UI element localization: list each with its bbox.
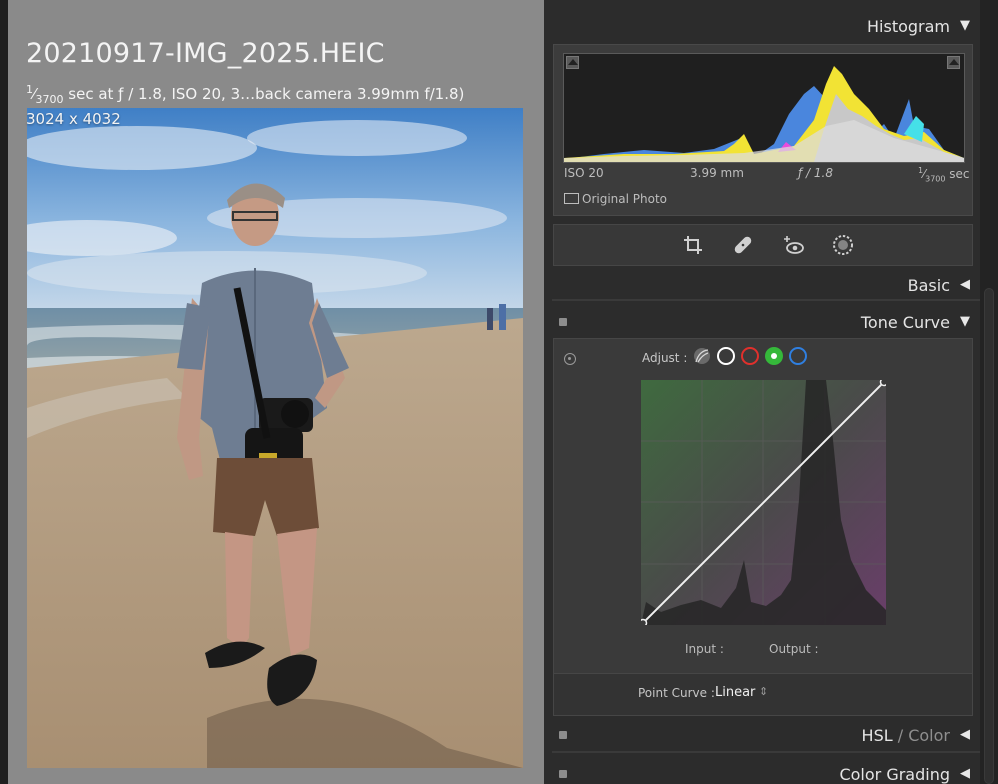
masking-icon[interactable]: [832, 234, 854, 256]
hsl-title-main[interactable]: HSL: [862, 726, 893, 745]
updown-caret-icon[interactable]: ⇕: [759, 685, 768, 698]
histogram-iso: ISO 20: [564, 166, 604, 180]
histogram-title: Histogram: [867, 17, 950, 36]
hsl-enable-toggle[interactable]: [559, 731, 567, 739]
histogram-header[interactable]: Histogram ▼: [552, 9, 980, 43]
color-grading-enable-toggle[interactable]: [559, 770, 567, 778]
crop-icon[interactable]: [682, 234, 704, 256]
point-curve-select[interactable]: Linear: [715, 685, 755, 700]
parametric-curve-icon[interactable]: [693, 347, 711, 365]
color-grading-header[interactable]: Color Grading ◀: [552, 757, 980, 784]
tone-curve-enable-toggle[interactable]: [559, 318, 567, 326]
tone-curve-header[interactable]: Tone Curve ▼: [552, 305, 980, 339]
exif-details: sec at ƒ / 1.8, ISO 20, 3…back camera 3.…: [63, 85, 465, 103]
hist-shutter-unit: sec: [949, 167, 970, 181]
red-eye-icon[interactable]: [783, 234, 805, 256]
shutter-numerator: 1: [26, 83, 33, 96]
green-channel-button[interactable]: [765, 347, 783, 365]
basic-title: Basic: [907, 276, 950, 295]
point-curve-label: Point Curve :: [638, 686, 715, 700]
photo-dimensions: 3024 x 4032: [26, 110, 121, 128]
panel-scrollbar-thumb[interactable]: [984, 288, 994, 784]
target-adjust-icon[interactable]: [564, 353, 576, 365]
hsl-title-separator: /: [892, 726, 909, 745]
original-photo-icon: [564, 193, 579, 204]
histogram-focal-length: 3.99 mm: [690, 166, 744, 180]
shadow-clipping-toggle[interactable]: [566, 56, 579, 69]
hsl-title: HSL / Color: [862, 726, 950, 745]
histogram-aperture: ƒ / 1.8: [798, 166, 833, 180]
expand-arrow-icon: ◀: [960, 277, 970, 292]
original-photo-indicator[interactable]: Original Photo: [564, 192, 667, 206]
adjust-label: Adjust :: [642, 351, 688, 365]
collapse-arrow-icon: ▼: [960, 314, 970, 329]
photo-filename: 20210917-IMG_2025.HEIC: [26, 38, 385, 69]
blue-channel-button[interactable]: [789, 347, 807, 365]
expand-arrow-icon: ◀: [960, 766, 970, 781]
output-label: Output :: [769, 642, 819, 656]
section-divider: [552, 299, 980, 301]
tone-curve-title: Tone Curve: [860, 313, 950, 332]
histogram-graph[interactable]: [563, 53, 965, 163]
develop-panel: Histogram ▼ ISO 20 3.99 mm ƒ / 1.8 1⁄370…: [544, 0, 980, 784]
tool-strip: [553, 224, 973, 266]
tone-curve-graph[interactable]: [641, 380, 886, 625]
tone-curve-panel: Adjust : Input: Output:: [553, 338, 973, 674]
input-label: Input :: [685, 642, 724, 656]
collapse-arrow-icon: ▼: [960, 18, 970, 33]
selected-indicator-icon: [771, 353, 777, 359]
hsl-title-color[interactable]: Color: [908, 726, 950, 745]
expand-arrow-icon: ◀: [960, 727, 970, 742]
hist-shutter-num: 1: [918, 166, 924, 175]
original-photo-label: Original Photo: [582, 192, 668, 206]
histogram-panel: ISO 20 3.99 mm ƒ / 1.8 1⁄3700 sec Origin…: [553, 44, 973, 216]
section-divider: [552, 751, 980, 753]
red-channel-button[interactable]: [741, 347, 759, 365]
hist-shutter-den: 3700: [925, 174, 946, 184]
basic-header[interactable]: Basic ◀: [552, 268, 980, 302]
main-photo[interactable]: [27, 108, 523, 768]
hsl-color-header[interactable]: HSL / Color ◀: [552, 718, 980, 752]
healing-icon[interactable]: [732, 234, 754, 256]
color-grading-title: Color Grading: [839, 765, 950, 784]
lightroom-window: 20210917-IMG_2025.HEIC 1⁄3700 sec at ƒ /…: [0, 0, 998, 784]
histogram-shutter: 1⁄3700 sec: [918, 166, 970, 184]
photo-exif-info: 1⁄3700 sec at ƒ / 1.8, ISO 20, 3…back ca…: [26, 83, 465, 106]
highlight-clipping-toggle[interactable]: [947, 56, 960, 69]
rgb-channel-button[interactable]: [717, 347, 735, 365]
shutter-denominator: 3700: [35, 93, 64, 106]
point-curve-row: Point Curve : Linear ⇕: [553, 674, 973, 716]
